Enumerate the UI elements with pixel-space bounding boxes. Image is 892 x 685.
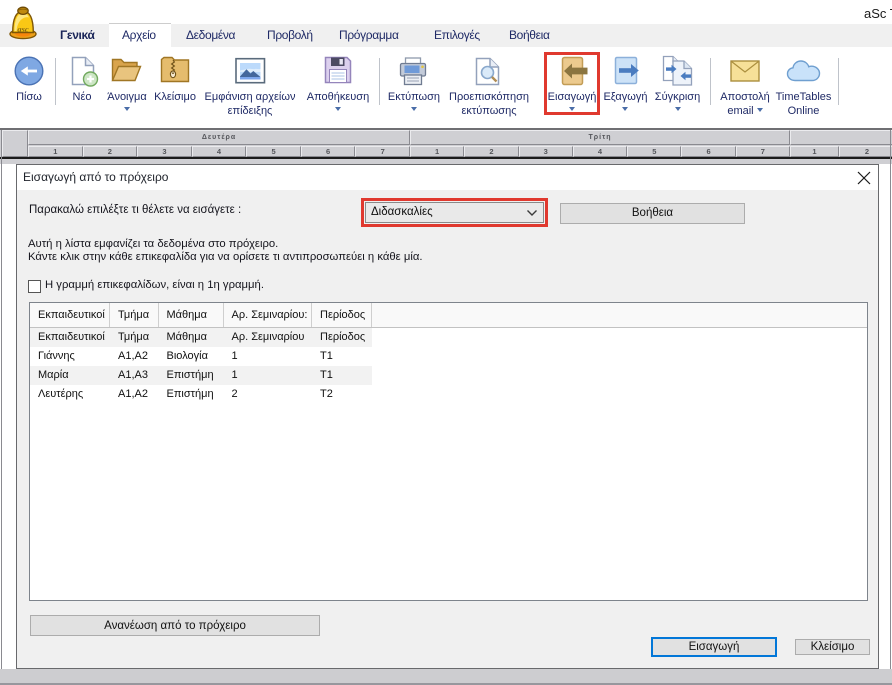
svg-text:asc: asc: [17, 24, 29, 34]
